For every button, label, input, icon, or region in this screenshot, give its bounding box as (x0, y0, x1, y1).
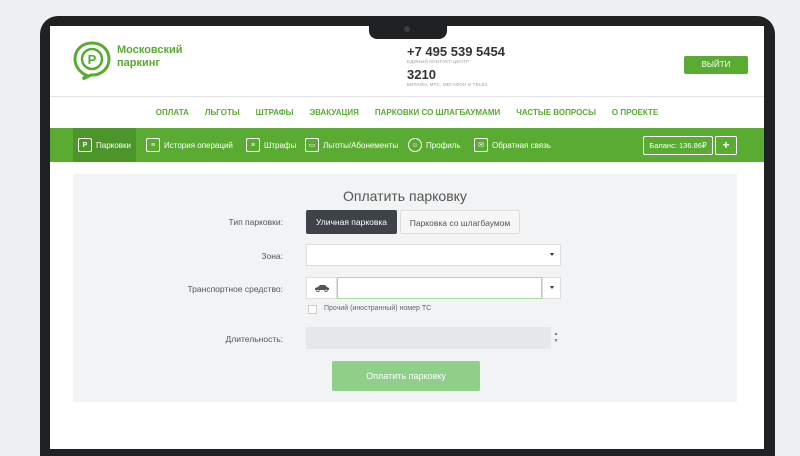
add-funds-button[interactable]: + (715, 136, 737, 155)
nav-barrier-parkings[interactable]: ПАРКОВКИ СО ШЛАГБАУМАМИ (367, 108, 508, 117)
car-icon (314, 285, 329, 292)
account-menu-bar: P Парковки ≡ История операций ≡ Штрафы ▭… (50, 128, 764, 162)
duration-label: Длительность: (225, 334, 283, 344)
nav-oplata[interactable]: ОПЛАТА (148, 108, 197, 117)
logo-text[interactable]: Московский паркинг (117, 44, 183, 70)
duration-input[interactable] (306, 327, 551, 349)
menu-item-label: Льготы/Абонементы (323, 140, 399, 150)
benefits-icon: ▭ (305, 138, 319, 152)
menu-item-feedback[interactable]: ✉ Обратная связь (474, 128, 551, 162)
svg-text:P: P (88, 52, 97, 67)
vehicle-plate-input[interactable] (337, 277, 542, 299)
foreign-plate-label[interactable]: Прочий (иностранный) номер ТС (324, 305, 431, 312)
balance-badge[interactable]: Баланс: 136.86₽ (643, 136, 713, 155)
menu-item-label: История операций (164, 140, 233, 150)
zone-select[interactable] (306, 244, 561, 266)
page-title: Оплатить парковку (343, 188, 467, 204)
phone-main[interactable]: +7 495 539 5454 (407, 44, 505, 59)
parking-type-label: Тип парковки: (228, 217, 283, 227)
menu-item-label: Штрафы (264, 140, 297, 150)
chevron-down-icon (550, 253, 554, 256)
menu-item-profile[interactable]: ☺ Профиль (408, 128, 461, 162)
menu-item-parkings[interactable]: P Парковки (73, 128, 136, 162)
logo-line1: Московский (117, 44, 183, 56)
pay-parking-button[interactable]: Оплатить парковку (332, 361, 480, 391)
profile-icon: ☺ (408, 138, 422, 152)
menu-item-label: Профиль (426, 140, 461, 150)
vehicle-type-button[interactable] (306, 277, 337, 299)
menu-item-history[interactable]: ≡ История операций (146, 128, 233, 162)
logout-button[interactable]: ВЫЙТИ (684, 56, 748, 74)
vehicle-dropdown-button[interactable] (542, 277, 561, 299)
street-parking-tab[interactable]: Уличная парковка (306, 210, 397, 234)
menu-item-label: Парковки (96, 140, 131, 150)
fines-icon: ≡ (246, 138, 260, 152)
duration-spinner[interactable]: ▲ ▼ (551, 327, 561, 349)
logo-line2: паркинг (117, 57, 160, 69)
nav-evakuatsiya[interactable]: ЭВАКУАЦИЯ (301, 108, 366, 117)
menu-item-fines[interactable]: ≡ Штрафы (246, 128, 296, 162)
menu-item-label: Обратная связь (492, 140, 551, 150)
menu-item-benefits[interactable]: ▭ Льготы/Абонементы (305, 128, 398, 162)
parking-logo-icon[interactable]: P (72, 40, 112, 80)
nav-faq[interactable]: ЧАСТЫЕ ВОПРОСЫ (508, 108, 604, 117)
parking-icon: P (78, 138, 92, 152)
camera-icon (404, 26, 410, 32)
nav-about[interactable]: О ПРОЕКТЕ (604, 108, 666, 117)
screen: P Московский паркинг +7 495 539 5454 ЕДИ… (50, 26, 764, 449)
barrier-parking-tab[interactable]: Парковка со шлагбаумом (400, 210, 520, 234)
foreign-plate-checkbox[interactable] (308, 305, 317, 314)
chevron-down-icon (550, 286, 554, 289)
camera-notch (369, 16, 447, 39)
phone-short[interactable]: 3210 (407, 67, 436, 82)
nav-shtrafy[interactable]: ШТРАФЫ (248, 108, 302, 117)
zone-label: Зона: (261, 251, 283, 261)
nav-lgoty[interactable]: ЛЬГОТЫ (197, 108, 248, 117)
phone-main-caption: ЕДИНЫЙ КОНТАКТ-ЦЕНТР (407, 59, 470, 64)
phone-short-caption: БИЛАЙН, МТС, МЕГАФОН И TELE2 (407, 82, 488, 87)
top-navigation: ОПЛАТА ЛЬГОТЫ ШТРАФЫ ЭВАКУАЦИЯ ПАРКОВКИ … (50, 96, 764, 128)
spin-up-icon[interactable]: ▲ (554, 331, 559, 338)
vehicle-label: Транспортное средство: (187, 284, 283, 294)
pay-parking-panel: Оплатить парковку Тип парковки: Уличная … (73, 174, 737, 402)
spin-down-icon[interactable]: ▼ (554, 338, 559, 345)
history-icon: ≡ (146, 138, 160, 152)
feedback-icon: ✉ (474, 138, 488, 152)
